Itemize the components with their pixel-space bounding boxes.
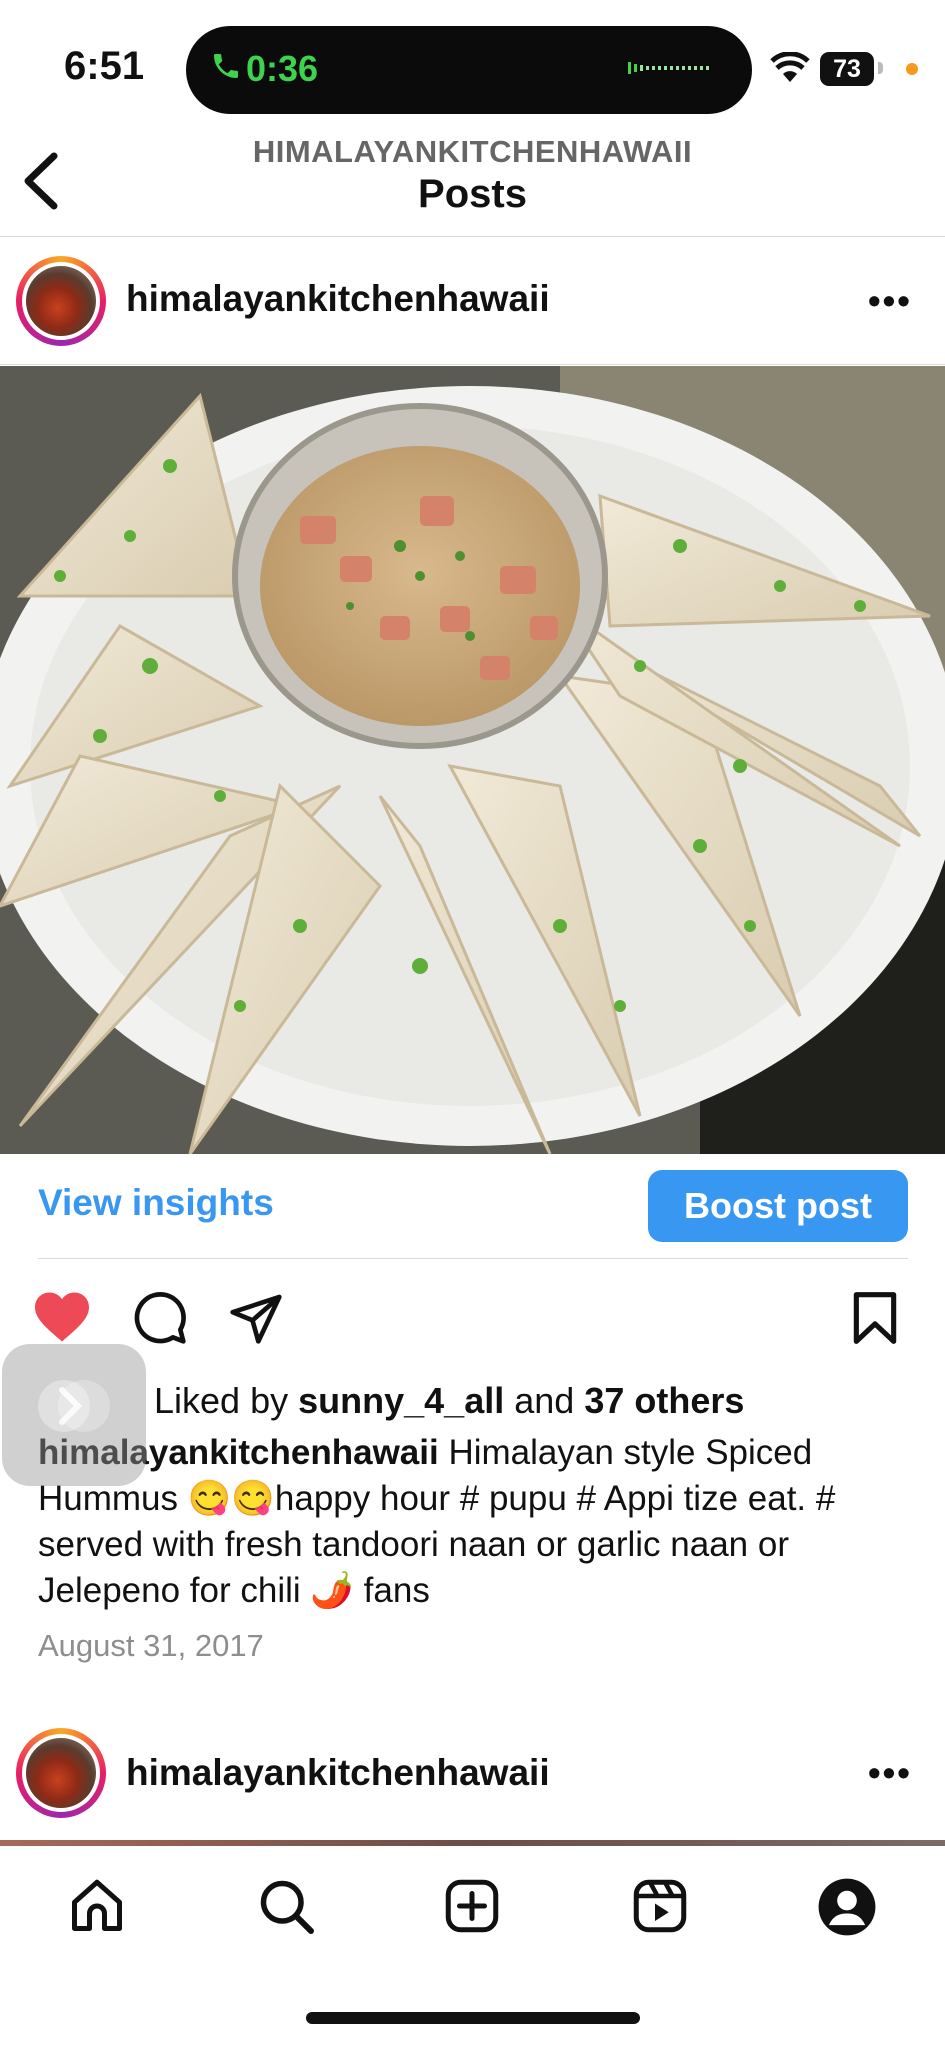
page-title: Posts [418,172,527,216]
likes-conjunction: and [514,1380,575,1421]
next-post-username[interactable]: himalayankitchenhawaii [126,1752,550,1794]
audio-waveform-icon [628,62,709,74]
more-options-icon[interactable]: ••• [868,1752,912,1794]
save-bookmark-icon[interactable] [850,1290,900,1346]
search-icon[interactable] [256,1876,316,1936]
post-header-divider [0,364,945,365]
post-image[interactable] [0,366,945,1154]
home-icon[interactable] [66,1876,128,1936]
comment-icon[interactable] [132,1290,188,1346]
battery-indicator: 73 [820,52,874,86]
post-caption: himalayankitchenhawaii Himalayan style S… [38,1430,918,1614]
avatar[interactable] [16,256,106,346]
avatar-image [26,1738,96,1808]
floating-overlay-button[interactable] [2,1344,146,1486]
view-insights-link[interactable]: View insights [38,1182,274,1224]
likes-prefix: Liked by [154,1380,289,1421]
heart-icon[interactable] [32,1290,92,1344]
food-photo [0,366,945,1154]
avatar-image [26,266,96,336]
status-time: 6:51 [64,44,145,88]
insights-divider [38,1258,908,1259]
likes-summary[interactable]: Liked by sunny_4_all and 37 others [154,1380,744,1422]
create-post-icon[interactable] [442,1876,502,1936]
battery-cap [878,62,883,74]
post-date: August 31, 2017 [38,1628,264,1663]
share-icon[interactable] [228,1290,284,1346]
profile-icon[interactable] [816,1876,878,1938]
post-username[interactable]: himalayankitchenhawaii [126,278,550,320]
more-options-icon[interactable]: ••• [868,280,912,322]
privacy-indicator-dot [906,63,918,75]
reels-icon[interactable] [630,1876,690,1936]
liker-username[interactable]: sunny_4_all [298,1380,504,1421]
chevron-right-icon [38,1380,110,1432]
header-username: HIMALAYANKITCHENHAWAII [252,134,693,169]
wifi-icon [770,52,810,82]
avatar[interactable] [16,1728,106,1818]
home-indicator[interactable] [306,2012,640,2024]
phone-icon [214,54,238,78]
call-timer: 0:36 [246,48,319,89]
header-divider [0,236,945,237]
boost-post-button[interactable]: Boost post [648,1170,908,1242]
likes-others[interactable]: 37 others [584,1380,744,1421]
